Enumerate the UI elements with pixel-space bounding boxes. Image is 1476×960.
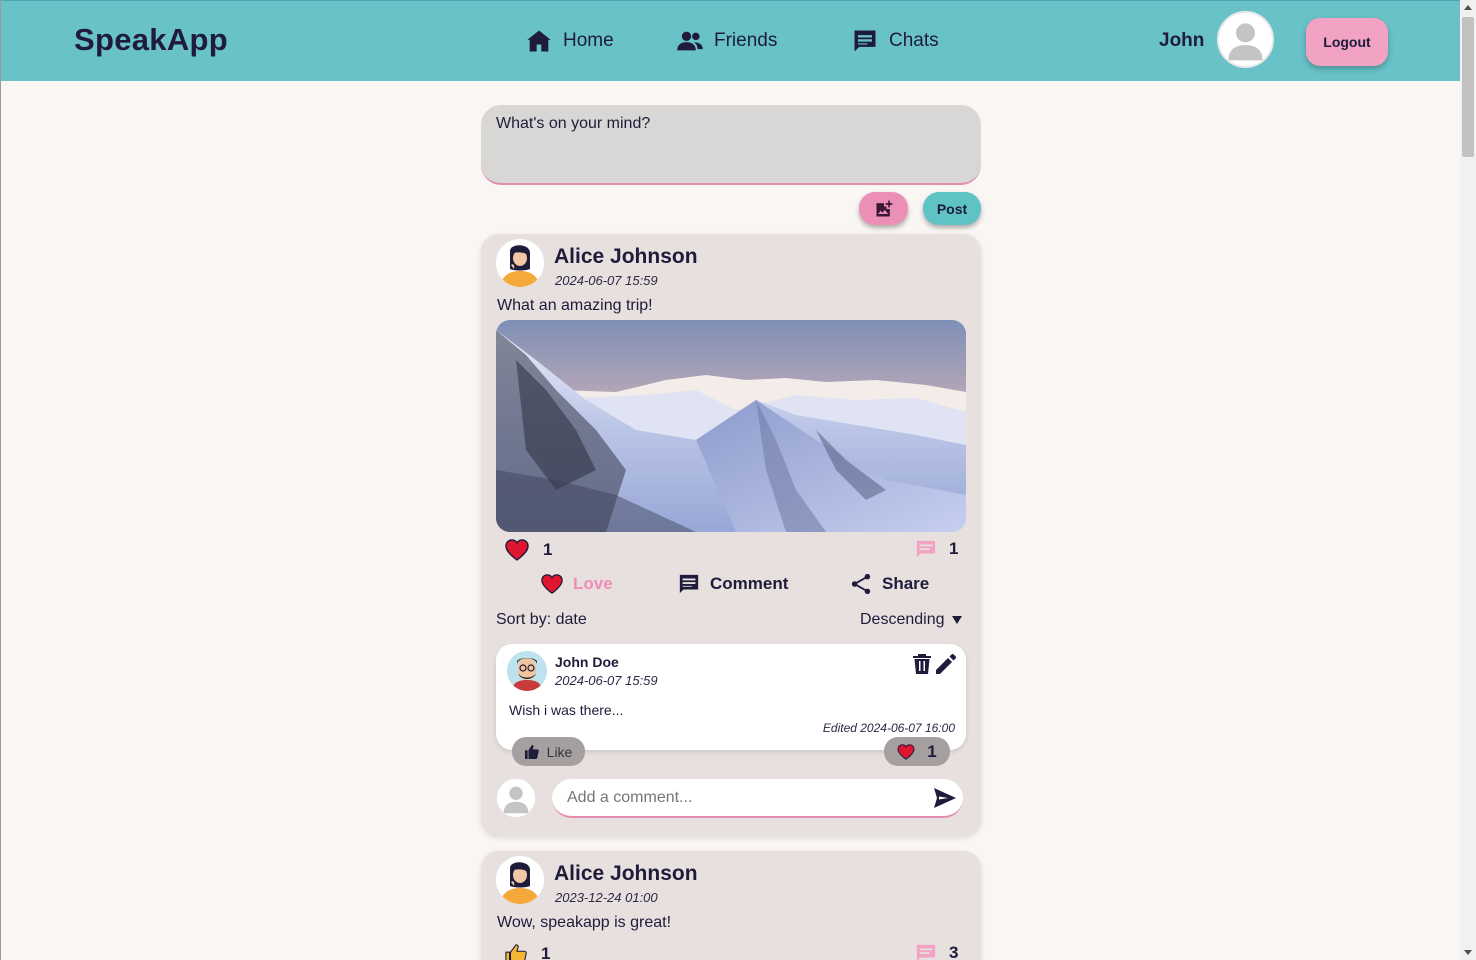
- post-button[interactable]: Post: [923, 192, 981, 225]
- brand-logo[interactable]: SpeakApp: [74, 22, 228, 58]
- post-like-count: 1: [541, 944, 551, 960]
- scroll-thumb[interactable]: [1462, 17, 1474, 157]
- post-comment-count: 3: [949, 943, 959, 960]
- current-user-name[interactable]: John: [1159, 30, 1204, 52]
- post-image-mountains[interactable]: [496, 320, 966, 532]
- post-text: Wow, speakapp is great!: [497, 914, 672, 931]
- default-avatar-icon: [1228, 23, 1263, 61]
- nav-home-label: Home: [563, 30, 614, 51]
- comment-love-count: 1: [927, 741, 937, 761]
- comment-reaction-summary[interactable]: 1: [884, 737, 950, 766]
- comment-text: Wish i was there...: [509, 702, 624, 718]
- heart-icon: [897, 743, 915, 760]
- trash-icon: [913, 654, 931, 674]
- nav-chats[interactable]: Chats: [851, 25, 939, 57]
- default-avatar-icon: [503, 786, 529, 814]
- comment-button-label: Comment: [710, 574, 789, 593]
- add-photo-button[interactable]: [859, 192, 908, 225]
- nav-home[interactable]: Home: [525, 25, 614, 57]
- author-avatar[interactable]: [496, 239, 544, 287]
- delete-comment-button[interactable]: [913, 654, 931, 674]
- share-button[interactable]: Share: [850, 572, 929, 596]
- love-button-label: Love: [573, 574, 613, 593]
- send-icon: [934, 788, 956, 808]
- post-reaction-summary[interactable]: 1: [505, 539, 552, 561]
- comment-bubble-icon: [916, 540, 936, 558]
- heart-icon: [505, 539, 529, 561]
- page-scrollbar[interactable]: [1460, 0, 1476, 960]
- comment-item: John Doe 2024-06-07 15:59 Wish i was the…: [496, 644, 966, 750]
- post-comment-summary[interactable]: 3: [915, 943, 958, 960]
- post-author-name[interactable]: Alice Johnson: [554, 862, 698, 886]
- comment-edited-timestamp: Edited 2024-06-07 16:00: [822, 721, 955, 735]
- add-comment-input[interactable]: [552, 779, 963, 818]
- heart-icon: [541, 574, 563, 594]
- pencil-icon: [936, 653, 957, 674]
- comment-date: 2024-06-07 15:59: [555, 673, 658, 688]
- thumbs-up-icon: [524, 744, 539, 759]
- people-icon: [677, 31, 703, 51]
- home-icon: [527, 30, 551, 52]
- post-reaction-summary[interactable]: 1: [505, 943, 550, 960]
- nav-friends-label: Friends: [714, 30, 778, 51]
- post-date: 2023-12-24 01:00: [555, 890, 658, 905]
- chevron-down-icon: [951, 616, 962, 624]
- woman-avatar-icon: [496, 856, 544, 904]
- comment-author-name[interactable]: John Doe: [555, 654, 619, 670]
- woman-avatar-icon: [496, 239, 544, 287]
- post-card: Alice Johnson 2024-06-07 15:59 What an a…: [481, 234, 981, 836]
- comment-button[interactable]: Comment: [678, 572, 788, 596]
- share-button-label: Share: [882, 574, 930, 593]
- post-comment-summary[interactable]: 1: [915, 539, 958, 559]
- scroll-up-arrow-icon[interactable]: [1464, 5, 1472, 10]
- mountain-photo: [496, 320, 966, 532]
- post-text: What an amazing trip!: [497, 297, 653, 314]
- sort-by-selector[interactable]: Sort by: date: [496, 611, 587, 629]
- nav-chats-label: Chats: [889, 30, 939, 51]
- post-author-name[interactable]: Alice Johnson: [554, 245, 698, 269]
- sort-order-dropdown[interactable]: Descending: [860, 611, 963, 629]
- top-navbar: SpeakApp Home Friends Chats John Logout: [1, 0, 1460, 81]
- scroll-down-arrow-icon[interactable]: [1464, 950, 1472, 955]
- post-card: Alice Johnson 2023-12-24 01:00 Wow, spea…: [481, 851, 981, 960]
- sort-order-label: Descending: [860, 611, 945, 628]
- thumbs-up-icon: [505, 944, 527, 960]
- share-icon: [851, 573, 871, 595]
- comment-like-button[interactable]: Like: [512, 737, 585, 766]
- comment-icon: [679, 574, 699, 594]
- post-composer-input[interactable]: What's on your mind?: [481, 105, 981, 185]
- author-avatar[interactable]: [496, 856, 544, 904]
- edit-comment-button[interactable]: [936, 653, 957, 674]
- comment-bubble-icon: [916, 944, 936, 960]
- post-date: 2024-06-07 15:59: [555, 273, 658, 288]
- current-user-avatar: [496, 778, 536, 818]
- comment-author-avatar[interactable]: [507, 651, 547, 691]
- send-comment-button[interactable]: [934, 788, 956, 808]
- man-avatar-icon: [507, 651, 547, 691]
- chat-icon: [854, 30, 876, 52]
- logout-button[interactable]: Logout: [1306, 18, 1388, 66]
- comment-like-label: Like: [546, 743, 573, 760]
- user-avatar[interactable]: [1217, 11, 1274, 68]
- post-comment-count: 1: [949, 539, 959, 558]
- nav-friends[interactable]: Friends: [676, 25, 777, 57]
- love-button[interactable]: Love: [541, 572, 613, 596]
- add-photo-icon: [876, 200, 892, 216]
- post-love-count: 1: [543, 540, 553, 559]
